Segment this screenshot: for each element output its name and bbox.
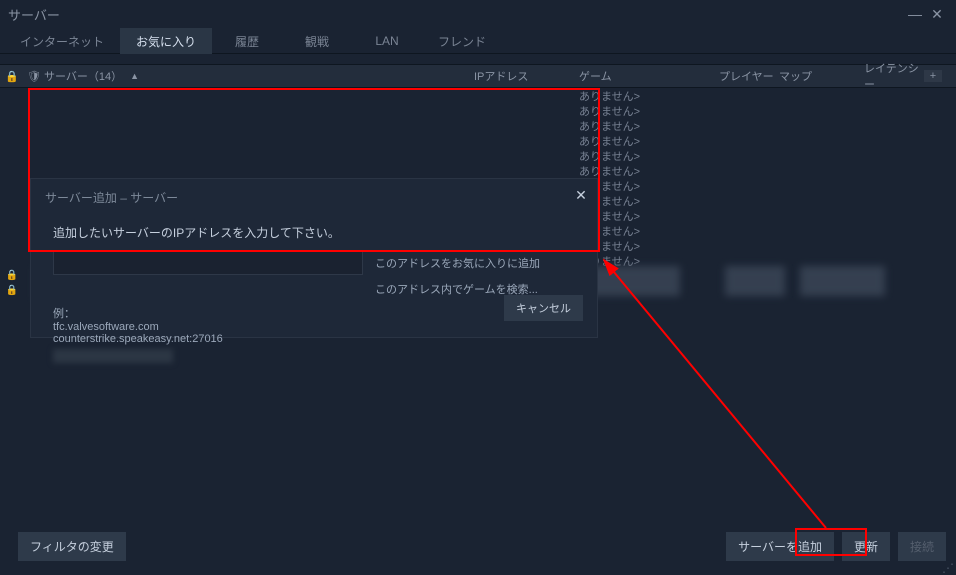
tab-label: LAN <box>375 34 398 48</box>
add-server-dialog: サーバー追加 – サーバー ✕ 追加したいサーバーのIPアドレスを入力して下さい… <box>30 178 598 338</box>
tab-friends[interactable]: フレンド <box>422 28 502 54</box>
sort-arrow-icon: ▲ <box>130 71 139 81</box>
resize-grip[interactable]: ⋰ <box>942 561 954 573</box>
tab-bar: インターネット お気に入り 履歴 観戦 LAN フレンド <box>0 28 956 54</box>
table-row[interactable]: ありません> <box>0 163 956 178</box>
column-header-server[interactable]: サーバー（14） ▲ <box>44 68 474 84</box>
table-row[interactable]: ありません> <box>0 148 956 163</box>
lock-icon: 🔒 <box>0 70 24 83</box>
tab-label: インターネット <box>20 33 104 50</box>
change-filter-button[interactable]: フィルタの変更 <box>18 532 126 561</box>
add-server-button[interactable]: サーバーを追加 <box>726 532 834 561</box>
table-row[interactable]: ありません> <box>0 133 956 148</box>
tab-spectate[interactable]: 観戦 <box>282 28 352 54</box>
column-header-row: 🔒 🛡 サーバー（14） ▲ IPアドレス ゲーム プレイヤー マップ レイテン… <box>0 64 956 88</box>
column-header-game[interactable]: ゲーム <box>579 68 719 84</box>
tab-lan[interactable]: LAN <box>352 28 422 54</box>
tab-history[interactable]: 履歴 <box>212 28 282 54</box>
window-title: サーバー <box>8 5 60 24</box>
column-header-ip[interactable]: IPアドレス <box>474 68 579 84</box>
close-window-button[interactable]: ✕ <box>926 3 948 25</box>
add-column-button[interactable]: + <box>924 70 942 82</box>
cancel-button[interactable]: キャンセル <box>504 295 583 321</box>
connect-button[interactable]: 接続 <box>898 532 946 561</box>
tab-label: 観戦 <box>305 33 329 50</box>
tab-label: お気に入り <box>136 33 196 50</box>
server-address-input[interactable] <box>53 251 363 275</box>
table-row[interactable]: ありません> <box>0 88 956 103</box>
redacted-block <box>53 349 173 363</box>
example-line: tfc.valvesoftware.com <box>53 321 583 333</box>
lock-icon: 🔒 <box>0 270 24 281</box>
column-header-player[interactable]: プレイヤー <box>719 68 779 84</box>
lock-icon: 🔒 <box>0 285 24 296</box>
example-line: counterstrike.speakeasy.net:27016 <box>53 333 583 345</box>
minimize-button[interactable]: — <box>904 3 926 25</box>
dialog-title: サーバー追加 – サーバー <box>45 189 583 206</box>
table-row[interactable]: ありません> <box>0 103 956 118</box>
table-row[interactable]: ありません> <box>0 118 956 133</box>
tab-internet[interactable]: インターネット <box>4 28 120 54</box>
tab-label: 履歴 <box>235 33 259 50</box>
footer-bar: フィルタの変更 サーバーを追加 更新 接続 <box>0 525 956 575</box>
dialog-prompt: 追加したいサーバーのIPアドレスを入力して下さい。 <box>53 224 583 241</box>
tab-favorites[interactable]: お気に入り <box>120 28 212 54</box>
add-to-favorites-button[interactable]: このアドレスをお気に入りに追加 <box>375 255 540 271</box>
shield-icon: 🛡 <box>24 70 44 83</box>
close-icon[interactable]: ✕ <box>571 185 591 205</box>
server-list: ありません> ありません> ありません> ありません> ありません> ありません… <box>0 88 956 508</box>
refresh-button[interactable]: 更新 <box>842 532 890 561</box>
column-header-map[interactable]: マップ <box>779 68 864 84</box>
tab-label: フレンド <box>438 33 486 50</box>
